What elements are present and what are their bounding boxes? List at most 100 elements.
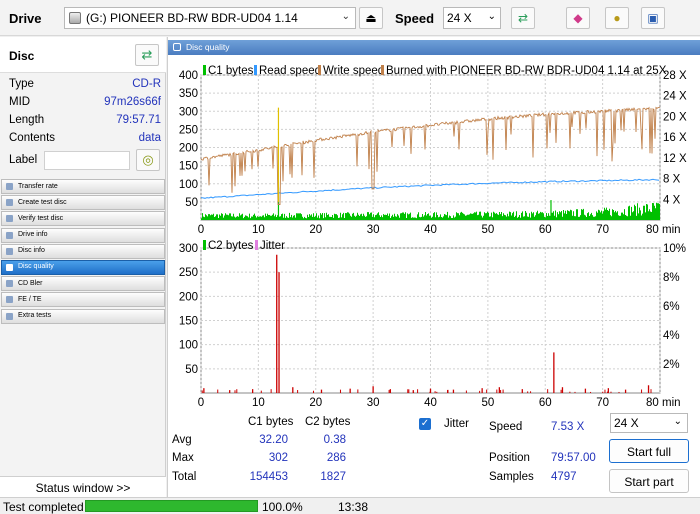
- y-tick-label-right: 8%: [663, 272, 680, 284]
- disc-title: Disc: [9, 49, 35, 63]
- apply-icon: ◎: [142, 152, 154, 167]
- speed-select[interactable]: 24 X ⌄: [443, 7, 501, 29]
- max-label: Max: [172, 452, 194, 464]
- drive-label: Drive: [9, 11, 42, 26]
- nav-item-icon: [6, 312, 13, 320]
- y-tick-label-right: 8 X: [663, 174, 681, 186]
- refresh-icon: ⇄: [141, 47, 153, 62]
- x-tick-label: 10: [252, 397, 265, 409]
- nav-item-label: Create test disc: [18, 198, 67, 206]
- speed-select-value: 24 X: [447, 11, 472, 25]
- legend-swatch: [255, 240, 258, 250]
- nav-item-disc-info[interactable]: Disc info: [1, 243, 165, 259]
- legend-label: Read speed: [259, 65, 321, 77]
- y-tick-label-left: 300: [179, 106, 198, 118]
- legend-swatch: [318, 65, 321, 75]
- erase-button[interactable]: ◆: [566, 7, 590, 29]
- speed-label: Speed: [489, 421, 523, 433]
- nav-item-icon: [6, 296, 13, 304]
- y-tick-label-right: 6%: [663, 301, 680, 313]
- nav-item-extra-tests[interactable]: Extra tests: [1, 308, 165, 324]
- nav-item-label: CD Bler: [18, 279, 43, 287]
- avg-label: Avg: [172, 434, 192, 446]
- start-part-button[interactable]: Start part: [609, 469, 689, 493]
- test-speed-select[interactable]: 24 X ⌄: [610, 413, 688, 433]
- refresh-icon: ⇄: [517, 11, 529, 25]
- nav-item-label: Disc info: [18, 247, 45, 255]
- nav-list: Transfer rate Create test disc Verify test…: [1, 179, 165, 325]
- nav-item-create-test-disc[interactable]: Create test disc: [1, 195, 165, 211]
- y-tick-label-right: 2%: [663, 359, 680, 371]
- x-tick-label: 40: [424, 397, 437, 409]
- total-label: Total: [172, 471, 197, 483]
- status-bar: Test completed 100.0% 13:38: [0, 497, 700, 514]
- legend-label: Write speed: [323, 65, 384, 77]
- nav-item-icon: [6, 183, 13, 190]
- y-tick-label-left: 100: [179, 340, 198, 352]
- x-tick-label: 20: [309, 397, 322, 409]
- x-tick-label: 50: [481, 397, 494, 409]
- x-tick-label: 60: [539, 397, 552, 409]
- nav-item-label: Verify test disc: [18, 214, 64, 222]
- nav-item-icon: [6, 247, 13, 255]
- nav-item-verify-test-disc[interactable]: Verify test disc: [1, 211, 165, 227]
- nav-item-label: Disc quality: [18, 263, 54, 271]
- speed-label: Speed: [395, 11, 435, 26]
- legend-swatch: [254, 65, 257, 75]
- nav-item-drive-info[interactable]: Drive info: [1, 227, 165, 243]
- save-button[interactable]: ▣: [641, 7, 665, 29]
- nav-item-disc-quality[interactable]: Disc quality: [1, 259, 165, 275]
- x-tick-label: 80 min: [646, 397, 681, 409]
- y-tick-label-right: 28 X: [663, 70, 687, 82]
- start-full-button[interactable]: Start full: [609, 439, 689, 463]
- y-tick-label-left: 100: [179, 179, 198, 191]
- samples-value: 4797: [551, 471, 577, 483]
- disc-label-input[interactable]: [44, 151, 130, 170]
- avg-c2: 0.38: [323, 434, 346, 446]
- speed-value: 7.53 X: [551, 421, 585, 433]
- eraser-icon: ◆: [573, 11, 583, 25]
- col-c1-header: C1 bytes: [248, 416, 294, 428]
- y-tick-label-right: 16 X: [663, 132, 687, 144]
- charts: 0 10 20 30 40 50 60 70 80 min4003503002502001501…: [179, 65, 687, 409]
- eject-button[interactable]: ⏏: [359, 7, 383, 29]
- position-value: 79:57.00: [551, 452, 596, 464]
- nav-item-label: Transfer rate: [18, 182, 58, 190]
- nav-item-label: FE / TE: [18, 295, 42, 303]
- copy-icon: ●: [613, 11, 621, 25]
- position-label: Position: [489, 452, 530, 464]
- progress-bar: [85, 500, 258, 512]
- nav-item-transfer-rate[interactable]: Transfer rate: [1, 179, 165, 194]
- x-tick-label: 0: [198, 397, 204, 409]
- y-tick-label-right: 20 X: [663, 111, 687, 123]
- y-tick-label-left: 200: [179, 291, 198, 303]
- disc-refresh-button[interactable]: ⇄: [135, 44, 159, 66]
- nav-item-fe-te[interactable]: FE / TE: [1, 292, 165, 308]
- elapsed-time: 13:38: [338, 500, 369, 514]
- x-tick-label: 60: [539, 224, 552, 236]
- label-apply-button[interactable]: ◎: [136, 149, 160, 171]
- max-c2: 286: [326, 452, 346, 464]
- progress-text: 100.0%: [262, 500, 303, 514]
- disc-header: Disc ⇄: [0, 37, 166, 73]
- drive-select[interactable]: (G:) PIONEER BD-RW BDR-UD04 1.14 ⌄: [64, 7, 356, 29]
- max-c1: 302: [268, 452, 288, 464]
- main-title: Disc quality: [186, 42, 230, 52]
- x-tick-label: 10: [252, 224, 265, 236]
- jitter-checkbox[interactable]: ✓: [419, 418, 431, 430]
- y-tick-label-left: 50: [185, 364, 198, 376]
- total-c1: 154453: [249, 471, 288, 483]
- refresh-speed-button[interactable]: ⇄: [511, 7, 535, 29]
- y-tick-label-left: 250: [179, 124, 198, 136]
- status-window-button[interactable]: Status window >>: [0, 476, 166, 497]
- y-tick-label-left: 400: [179, 70, 198, 82]
- jitter-label: Jitter: [444, 418, 469, 430]
- y-tick-label-left: 50: [185, 197, 198, 209]
- y-tick-label-left: 150: [179, 316, 198, 328]
- copy-button[interactable]: ●: [605, 7, 629, 29]
- nav-item-cd-bler[interactable]: CD Bler: [1, 276, 165, 292]
- y-tick-label-right: 10%: [663, 243, 686, 255]
- nav-item-icon: [6, 199, 13, 207]
- legend-swatch: [381, 65, 384, 75]
- col-c2-header: C2 bytes: [305, 416, 351, 428]
